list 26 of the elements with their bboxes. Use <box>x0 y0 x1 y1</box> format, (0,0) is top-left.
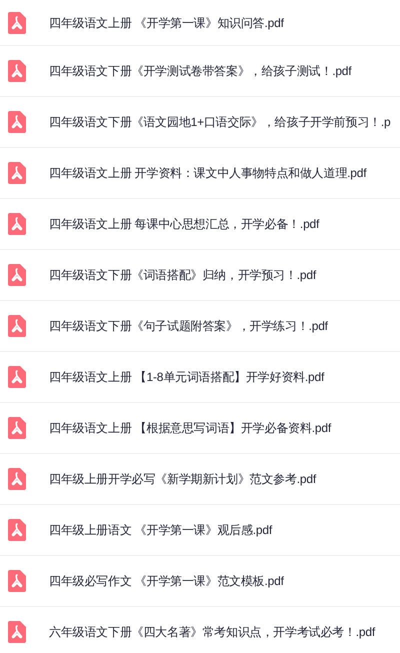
file-name[interactable]: 四年级语文下册《句子试题附答案》，开学练习！.pdf <box>49 317 328 335</box>
file-name[interactable]: 四年级语文上册 《开学第一课》知识问答.pdf <box>49 14 284 32</box>
pdf-file-icon <box>8 417 26 439</box>
file-name[interactable]: 六年级语文下册《四大名著》常考知识点，开学考试必考！.pdf <box>49 623 376 641</box>
file-name[interactable]: 四年级必写作文 《开学第一课》范文模板.pdf <box>49 572 284 590</box>
file-name[interactable]: 四年级上册开学必写《新学期新计划》范文参考.pdf <box>49 470 316 488</box>
pdf-file-icon <box>8 570 26 592</box>
file-name[interactable]: 四年级语文上册 【1-8单元词语搭配】开学好资料.pdf <box>49 368 324 386</box>
file-name[interactable]: 四年级语文上册 开学资料：课文中人事物特点和做人道理.pdf <box>49 164 366 182</box>
pdf-file-icon <box>8 12 26 34</box>
file-name[interactable]: 四年级语文下册《词语搭配》归纳，开学预习！.pdf <box>49 266 316 284</box>
pdf-file-icon <box>8 162 26 184</box>
pdf-file-icon <box>8 315 26 337</box>
pdf-file-icon <box>8 519 26 541</box>
pdf-file-icon <box>8 60 26 82</box>
file-name[interactable]: 四年级语文下册《开学测试卷带答案》，给孩子测试！.pdf <box>49 62 352 80</box>
pdf-file-icon <box>8 468 26 490</box>
pdf-file-icon <box>8 213 26 235</box>
file-name[interactable]: 四年级语文上册 【根据意思写词语】开学必备资料.pdf <box>49 419 331 437</box>
pdf-file-icon <box>8 111 26 133</box>
pdf-file-icon <box>8 366 26 388</box>
file-name[interactable]: 四年级语文下册《语文园地1+口语交际》，给孩子开学前预习！.p <box>49 113 390 131</box>
file-name[interactable]: 四年级上册语文 《开学第一课》观后感.pdf <box>49 521 272 539</box>
pdf-file-icon <box>8 621 26 643</box>
pdf-file-icon <box>8 264 26 286</box>
file-name[interactable]: 四年级语文上册 每课中心思想汇总，开学必备！.pdf <box>49 215 320 233</box>
